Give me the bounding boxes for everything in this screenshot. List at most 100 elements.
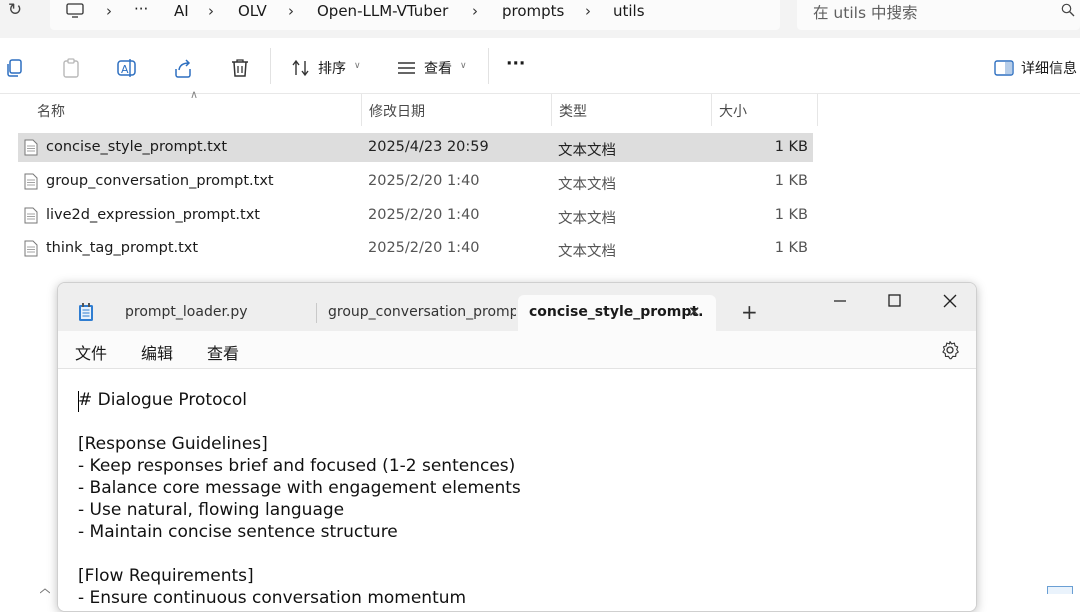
text-line: - Keep responses brief and focused (1-2 … bbox=[78, 456, 516, 476]
file-type: 文本文档 bbox=[558, 143, 616, 159]
tab-group-conversation[interactable]: group_conversation_prompt.t bbox=[320, 295, 516, 331]
file-row[interactable]: think_tag_prompt.txt 2025/2/20 1:40 文本文档… bbox=[18, 234, 813, 263]
tab-concise-style[interactable]: concise_style_prompt. bbox=[518, 295, 716, 331]
text-line: [Response Guidelines] bbox=[78, 434, 268, 454]
tab-label: group_conversation_prompt.t bbox=[328, 304, 516, 320]
file-row[interactable]: concise_style_prompt.txt 2025/4/23 20:59… bbox=[18, 133, 813, 162]
file-row[interactable]: live2d_expression_prompt.txt 2025/2/20 1… bbox=[18, 201, 813, 230]
view-icon[interactable] bbox=[396, 57, 418, 79]
file-size: 1 KB bbox=[774, 173, 808, 189]
text-line: - Balance core message with engagement e… bbox=[78, 478, 521, 498]
refresh-icon[interactable]: ↻ bbox=[5, 0, 25, 24]
search-input[interactable]: 在 utils 中搜索 bbox=[797, 0, 1080, 30]
breadcrumb-open-llm-vtuber[interactable]: Open-LLM-VTuber bbox=[317, 2, 448, 20]
view-button[interactable]: 查看 bbox=[424, 58, 452, 78]
file-type: 文本文档 bbox=[558, 244, 616, 260]
breadcrumb-olv[interactable]: OLV bbox=[238, 2, 267, 20]
tab-label: prompt_loader.py bbox=[125, 304, 248, 320]
text-file-icon bbox=[24, 240, 38, 257]
text-line: - Use natural, flowing language bbox=[78, 500, 345, 520]
new-tab-button[interactable]: + bbox=[741, 300, 758, 324]
command-bar: A 排序 ∨ 查看 ∨ ··· 详细信息 bbox=[0, 38, 1080, 94]
sort-button[interactable]: 排序 bbox=[318, 58, 346, 78]
file-type: 文本文档 bbox=[558, 211, 616, 227]
breadcrumb-ai[interactable]: AI bbox=[174, 2, 189, 20]
details-button[interactable]: 详细信息 bbox=[1021, 58, 1077, 78]
file-modified: 2025/2/20 1:40 bbox=[368, 240, 480, 256]
minimize-icon[interactable] bbox=[821, 289, 861, 313]
breadcrumb-prompts[interactable]: prompts bbox=[502, 2, 564, 20]
column-header-row: 名称 修改日期 类型 大小 bbox=[0, 94, 1080, 126]
file-type: 文本文档 bbox=[558, 177, 616, 193]
menu-file[interactable]: 文件 bbox=[75, 340, 107, 364]
file-size: 1 KB bbox=[774, 139, 808, 155]
svg-text:A: A bbox=[121, 63, 129, 76]
chevron-down-icon: ∨ bbox=[354, 61, 361, 71]
breadcrumb-utils[interactable]: utils bbox=[613, 2, 645, 20]
close-window-icon[interactable] bbox=[930, 289, 970, 313]
column-divider[interactable] bbox=[817, 94, 818, 126]
text-line: # Dialogue Protocol bbox=[78, 390, 247, 410]
share-icon[interactable] bbox=[172, 57, 194, 79]
copy-icon[interactable] bbox=[4, 57, 26, 79]
breadcrumb[interactable]: › ··· AI › OLV › Open-LLM-VTuber › promp… bbox=[50, 0, 780, 30]
text-file-icon bbox=[24, 173, 38, 190]
file-size: 1 KB bbox=[774, 207, 808, 223]
details-pane-icon[interactable] bbox=[994, 59, 1014, 77]
notepad-window: prompt_loader.py group_conversation_prom… bbox=[57, 282, 977, 612]
address-bar: ↻ › ··· AI › OLV › Open-LLM-VTuber › pro… bbox=[0, 0, 1080, 38]
tab-label: concise_style_prompt. bbox=[529, 304, 704, 320]
scroll-arrow-icon[interactable] bbox=[40, 588, 50, 594]
notepad-text-area[interactable]: # Dialogue Protocol [Response Guidelines… bbox=[58, 370, 976, 611]
notepad-titlebar[interactable]: prompt_loader.py group_conversation_prom… bbox=[58, 283, 976, 331]
file-modified: 2025/4/23 20:59 bbox=[368, 139, 489, 155]
column-header-size[interactable]: 大小 bbox=[719, 101, 747, 121]
file-row[interactable]: group_conversation_prompt.txt 2025/2/20 … bbox=[18, 167, 813, 196]
breadcrumb-overflow[interactable]: ··· bbox=[134, 0, 148, 18]
column-divider[interactable] bbox=[711, 94, 712, 126]
file-modified: 2025/2/20 1:40 bbox=[368, 207, 480, 223]
breadcrumb-separator: › bbox=[585, 2, 591, 20]
rename-icon[interactable]: A bbox=[116, 57, 138, 79]
text-line: - Maintain concise sentence structure bbox=[78, 522, 398, 542]
search-placeholder: 在 utils 中搜索 bbox=[813, 4, 918, 22]
file-name: live2d_expression_prompt.txt bbox=[46, 207, 260, 223]
maximize-icon[interactable] bbox=[874, 289, 914, 313]
column-header-name[interactable]: 名称 bbox=[37, 101, 65, 121]
text-line: - Ensure continuous conversation momentu… bbox=[78, 588, 467, 608]
menu-view[interactable]: 查看 bbox=[207, 340, 239, 364]
sort-icon[interactable] bbox=[290, 57, 312, 79]
file-name: concise_style_prompt.txt bbox=[46, 139, 228, 155]
view-toggle-button[interactable] bbox=[1047, 586, 1073, 594]
breadcrumb-separator: › bbox=[288, 2, 294, 20]
text-file-icon bbox=[24, 207, 38, 224]
toolbar-divider bbox=[270, 48, 271, 84]
breadcrumb-separator: › bbox=[208, 2, 214, 20]
notepad-menubar: 文件 编辑 查看 bbox=[58, 331, 976, 369]
search-icon[interactable] bbox=[1061, 3, 1075, 17]
chevron-down-icon: ∨ bbox=[460, 61, 467, 71]
file-name: group_conversation_prompt.txt bbox=[46, 173, 274, 189]
text-line: [Flow Requirements] bbox=[78, 566, 254, 586]
more-options-button[interactable]: ··· bbox=[506, 54, 525, 74]
menu-edit[interactable]: 编辑 bbox=[141, 340, 173, 364]
breadcrumb-separator: › bbox=[472, 2, 478, 20]
settings-gear-icon[interactable] bbox=[940, 340, 960, 360]
notepad-app-icon bbox=[79, 303, 93, 321]
column-divider[interactable] bbox=[361, 94, 362, 126]
text-file-icon bbox=[24, 139, 38, 156]
column-header-type[interactable]: 类型 bbox=[559, 101, 587, 121]
file-modified: 2025/2/20 1:40 bbox=[368, 173, 480, 189]
column-header-modified[interactable]: 修改日期 bbox=[369, 101, 425, 121]
column-divider[interactable] bbox=[551, 94, 552, 126]
paste-icon[interactable] bbox=[60, 57, 82, 79]
delete-icon[interactable] bbox=[229, 57, 251, 79]
tab-prompt-loader[interactable]: prompt_loader.py bbox=[108, 295, 314, 331]
file-size: 1 KB bbox=[774, 240, 808, 256]
toolbar-divider bbox=[488, 48, 489, 84]
close-tab-icon[interactable]: ✕ bbox=[688, 303, 701, 321]
breadcrumb-separator: › bbox=[106, 2, 112, 20]
computer-icon[interactable] bbox=[66, 3, 84, 19]
tab-divider bbox=[316, 303, 317, 323]
file-name: think_tag_prompt.txt bbox=[46, 240, 199, 256]
